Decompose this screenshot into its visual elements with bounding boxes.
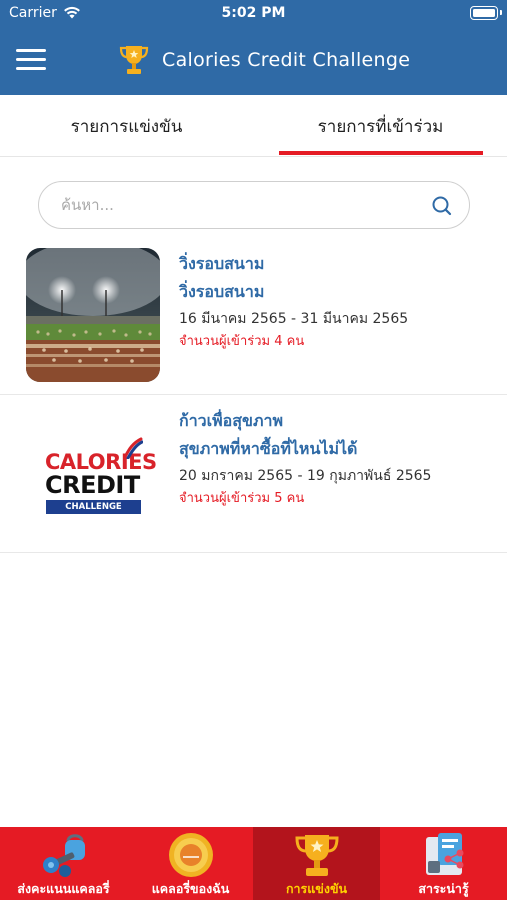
active-tab-indicator: [279, 151, 483, 155]
event-details: ก้าวเพื่อสุขภาพ สุขภาพที่หาซื้อที่ไหนไม่…: [179, 407, 499, 510]
trophy-icon: [295, 835, 339, 876]
battery-icon: [470, 6, 502, 20]
bottom-tab-bar: ส่งคะแนนแคลอรี่ แคลอรี่ของฉัน การแข่งขัน: [0, 827, 507, 900]
bottom-tab-label: สาระน่ารู้: [418, 881, 469, 896]
logo-text-challenge: CHALLENGE: [46, 500, 141, 514]
event-title: วิ่งรอบสนาม: [179, 254, 265, 273]
app-header: Carrier 5:02 PM Calories Credit Challeng…: [0, 0, 507, 95]
segment-tabs: รายการแข่งขัน รายการที่เข้าร่วม: [0, 95, 507, 157]
tab-joined-competitions[interactable]: รายการที่เข้าร่วม: [254, 95, 507, 157]
tab-all-competitions[interactable]: รายการแข่งขัน: [0, 95, 253, 157]
hamburger-menu-icon[interactable]: [16, 47, 46, 71]
bottom-tab-knowledge[interactable]: สาระน่ารู้: [380, 827, 507, 900]
flag-swoosh-icon: [123, 437, 143, 459]
header-title-group: Calories Credit Challenge: [118, 42, 410, 78]
event-date-range: 20 มกราคม 2565 - 19 กุมภาพันธ์ 2565: [179, 468, 432, 484]
search-input[interactable]: [61, 182, 421, 228]
share-device-icon: [426, 833, 464, 875]
logo-text-credit: CREDIT: [45, 471, 140, 499]
event-subtitle: สุขภาพที่หาซื้อที่ไหนไม่ได้: [179, 439, 358, 458]
bottom-tab-submit-calories[interactable]: ส่งคะแนนแคลอรี่: [0, 827, 127, 900]
event-participants: จำนวนผู้เข้าร่วม 5 คน: [179, 491, 305, 506]
event-list-item[interactable]: วิ่งรอบสนาม วิ่งรอบสนาม 16 มีนาคม 2565 -…: [0, 238, 507, 395]
status-time: 5:02 PM: [221, 5, 286, 21]
bottom-tab-label: ส่งคะแนนแคลอรี่: [17, 881, 110, 896]
event-date-range: 16 มีนาคม 2565 - 31 มีนาคม 2565: [179, 311, 409, 327]
search-bar: [38, 181, 470, 229]
dumbbell-icon: [43, 834, 85, 877]
status-bar: Carrier 5:02 PM: [0, 0, 507, 28]
coin-medal-icon: [169, 833, 213, 877]
event-list-item[interactable]: CALORIES CREDIT CHALLENGE ก้าวเพื่อสุขภา…: [0, 395, 507, 553]
event-participants: จำนวนผู้เข้าร่วม 4 คน: [179, 334, 305, 349]
bottom-tab-label: แคลอรี่ของฉัน: [151, 881, 230, 896]
search-icon[interactable]: [431, 195, 453, 217]
event-subtitle: วิ่งรอบสนาม: [179, 282, 265, 301]
trophy-icon: [119, 46, 149, 74]
app-title: Calories Credit Challenge: [162, 49, 411, 71]
event-title: ก้าวเพื่อสุขภาพ: [179, 411, 284, 430]
stadium-photo: [26, 248, 160, 382]
bottom-tab-competitions[interactable]: การแข่งขัน: [253, 827, 380, 900]
calories-credit-logo: CALORIES CREDIT CHALLENGE: [26, 405, 160, 539]
bottom-tab-label: การแข่งขัน: [285, 881, 348, 896]
event-details: วิ่งรอบสนาม วิ่งรอบสนาม 16 มีนาคม 2565 -…: [179, 250, 499, 353]
bottom-tab-my-calories[interactable]: แคลอรี่ของฉัน: [127, 827, 254, 900]
